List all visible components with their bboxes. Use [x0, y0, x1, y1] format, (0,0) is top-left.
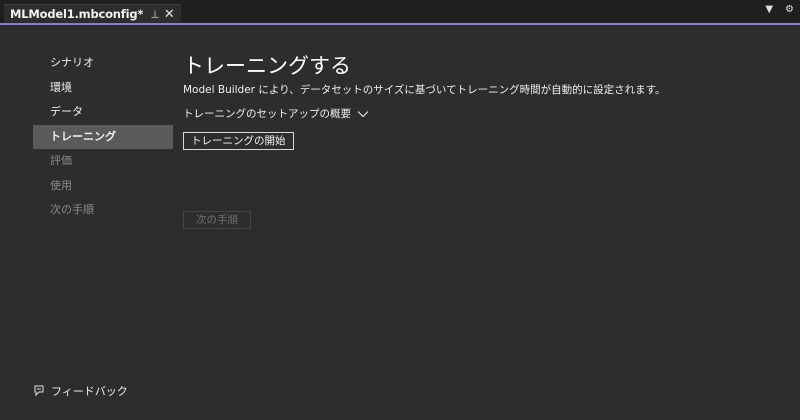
- step-navigation: シナリオ 環境 データ トレーニング 評価 使用 次の手順: [33, 51, 173, 223]
- feedback-icon: [34, 385, 44, 397]
- sidebar-item-evaluate: 評価: [50, 154, 72, 167]
- sidebar-item-consume: 使用: [50, 178, 72, 192]
- gear-icon[interactable]: ⚙: [785, 4, 794, 15]
- tab-strip-controls: ▼ ⚙: [765, 4, 794, 15]
- sidebar-item-train[interactable]: トレーニング: [33, 124, 173, 149]
- chevron-down-icon: [357, 110, 369, 117]
- tab-title: MLModel1.mbconfig*: [10, 7, 144, 21]
- training-setup-overview-toggle[interactable]: トレーニングのセットアップの概要: [183, 106, 666, 121]
- pin-icon[interactable]: ⊣: [149, 10, 160, 19]
- feedback-label: フィードバック: [51, 385, 128, 398]
- page-description: Model Builder により、データセットのサイズに基づいてトレーニング時…: [183, 84, 666, 96]
- document-tab-strip: MLModel1.mbconfig* ⊣ ✕ ▼ ⚙: [0, 0, 800, 25]
- sidebar-item-scenario[interactable]: シナリオ: [33, 51, 173, 76]
- feedback-link[interactable]: フィードバック: [33, 383, 128, 399]
- overview-label: トレーニングのセットアップの概要: [183, 108, 351, 120]
- editor-window: MLModel1.mbconfig* ⊣ ✕ ▼ ⚙ シナリオ 環境 データ ト…: [0, 0, 800, 420]
- start-training-button[interactable]: トレーニングの開始: [183, 132, 294, 150]
- document-tab[interactable]: MLModel1.mbconfig* ⊣ ✕: [4, 4, 181, 23]
- sidebar-item-next-steps: 次の手順: [50, 203, 94, 216]
- close-icon[interactable]: ✕: [164, 8, 175, 21]
- sidebar-item-data[interactable]: データ: [33, 100, 173, 125]
- sidebar-item-environment[interactable]: 環境: [33, 76, 173, 101]
- chevron-down-icon[interactable]: ▼: [765, 4, 773, 15]
- page-title: トレーニングする: [183, 54, 351, 78]
- next-step-button: 次の手順: [183, 211, 251, 229]
- model-builder-content: シナリオ 環境 データ トレーニング 評価 使用 次の手順 フィードバック トレ…: [0, 25, 800, 420]
- train-panel: トレーニングする Model Builder により、データセットのサイズに基づ…: [183, 53, 666, 229]
